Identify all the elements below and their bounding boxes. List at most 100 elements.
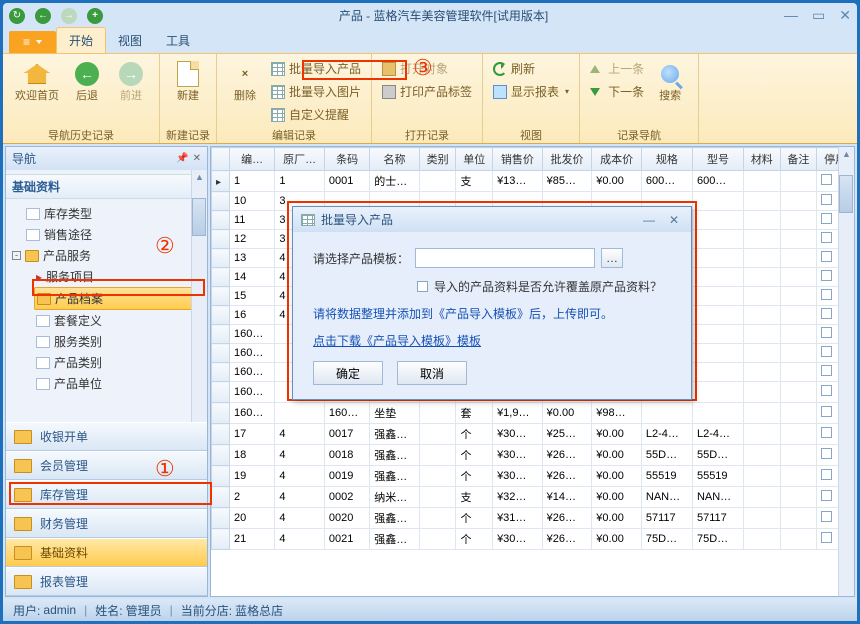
file-menu-button[interactable]: ≡ [9,31,56,53]
disabled-checkbox[interactable] [821,308,832,319]
group-view-label: 视图 [489,127,573,143]
ok-button[interactable]: 确定 [313,361,383,385]
table-row[interactable]: 1840018强鑫…个¥30…¥26…¥0.0055D…55D… [212,445,854,466]
page-icon [36,357,50,369]
grid-scrollbar[interactable]: ▲ [838,147,854,596]
column-header[interactable]: 单位 [456,148,493,171]
stack-member[interactable]: 会员管理 [6,451,207,480]
next-record-button[interactable]: 下一条 [586,81,648,102]
column-header[interactable]: 成本价 [592,148,642,171]
table-row[interactable]: 160…160…坐垫套¥1,9…¥0.00¥98… [212,403,854,424]
qa-forward[interactable]: → [61,8,77,24]
disabled-checkbox[interactable] [821,490,832,501]
home-icon [24,64,50,84]
print-label-button[interactable]: 打印产品标签 [378,81,476,102]
disabled-checkbox[interactable] [821,448,832,459]
column-header[interactable]: 名称 [370,148,420,171]
disabled-checkbox[interactable] [821,511,832,522]
up-icon [590,62,604,76]
disabled-checkbox[interactable] [821,532,832,543]
delete-button[interactable]: ×删除 [223,56,267,105]
tab-tools[interactable]: 工具 [154,28,202,53]
dialog-close-button[interactable]: ✕ [665,213,683,227]
disabled-checkbox[interactable] [821,469,832,480]
maximize-button[interactable]: ▭ [812,7,825,24]
disabled-checkbox[interactable] [821,251,832,262]
close-button[interactable]: ✕ [839,7,851,24]
tree-product-service[interactable]: -产品服务 [10,245,207,266]
disabled-checkbox[interactable] [821,346,832,357]
tree-stock-type[interactable]: 库存类型 [24,203,207,224]
table-row[interactable]: 2040020强鑫…个¥31…¥26…¥0.005711757117 [212,508,854,529]
disabled-checkbox[interactable] [821,174,832,185]
stack-cashier[interactable]: 收银开单 [6,422,207,451]
refresh-icon [493,62,507,76]
qa-back[interactable]: ← [35,8,51,24]
stack-finance[interactable]: 财务管理 [6,509,207,538]
folder-icon [14,459,32,473]
column-header[interactable]: 规格 [641,148,692,171]
bulk-import-image-button[interactable]: 批量导入图片 [267,81,365,102]
home-button[interactable]: 欢迎首页 [9,56,65,105]
nav-pin-icon[interactable]: 📌 [176,153,188,164]
tab-view[interactable]: 视图 [106,28,154,53]
browse-button[interactable]: … [601,248,623,268]
prev-record-button[interactable]: 上一条 [586,58,648,79]
tree-product-unit[interactable]: 产品单位 [34,373,207,394]
back-button[interactable]: ←后退 [65,56,109,105]
tree-product-cat[interactable]: 产品类别 [34,352,207,373]
column-header[interactable]: 编… [230,148,275,171]
column-header[interactable]: 类别 [419,148,456,171]
minimize-button[interactable]: — [784,7,798,24]
stack-base[interactable]: 基础资料 [6,538,207,567]
page-icon [26,229,40,241]
tree-combo[interactable]: 套餐定义 [34,310,207,331]
tree-service-cat[interactable]: 服务类别 [34,331,207,352]
folder-icon [25,250,39,262]
column-header[interactable]: 销售价 [493,148,543,171]
column-header[interactable]: 型号 [692,148,743,171]
disabled-checkbox[interactable] [821,406,832,417]
disabled-checkbox[interactable] [821,427,832,438]
disabled-checkbox[interactable] [821,194,832,205]
tab-start[interactable]: 开始 [56,27,106,53]
disabled-checkbox[interactable] [821,365,832,376]
dialog-minimize-button[interactable]: — [639,213,659,227]
refresh-button[interactable]: 刷新 [489,58,573,79]
tree-sale-channel[interactable]: 销售途径 [24,224,207,245]
disabled-checkbox[interactable] [821,232,832,243]
column-header[interactable]: 材料 [744,148,781,171]
table-row[interactable]: 1940019强鑫…个¥30…¥26…¥0.005551955519 [212,466,854,487]
group-recnav-label: 记录导航 [586,127,692,143]
search-button[interactable]: 搜索 [648,56,692,105]
qa-add[interactable]: + [87,8,103,24]
column-header[interactable]: 备注 [780,148,817,171]
tree-scrollbar[interactable]: ▲ [191,170,207,422]
disabled-checkbox[interactable] [821,289,832,300]
cancel-button[interactable]: 取消 [397,361,467,385]
status-bar: 用户: admin | 姓名: 管理员 | 当前分店: 蓝格总店 [3,599,857,621]
table-row[interactable]: 1740017强鑫…个¥30…¥25…¥0.00L2-4…L2-4… [212,424,854,445]
new-button[interactable]: 新建 [166,56,210,105]
nav-close-icon[interactable]: ✕ [193,153,201,164]
disabled-checkbox[interactable] [821,385,832,396]
custom-remind-button[interactable]: 自定义提醒 [267,104,365,125]
overwrite-checkbox[interactable] [417,281,428,292]
disabled-checkbox[interactable] [821,270,832,281]
stack-report[interactable]: 报表管理 [6,567,207,596]
group-history-label: 导航历史记录 [9,127,153,143]
collapse-icon[interactable]: - [12,251,21,260]
table-row[interactable]: 240002纳米…支¥32…¥14…¥0.00NAN…NAN… [212,487,854,508]
column-header[interactable]: 原厂… [275,148,325,171]
disabled-checkbox[interactable] [821,327,832,338]
disabled-checkbox[interactable] [821,213,832,224]
template-input[interactable] [415,248,595,268]
table-row[interactable]: 110001的士…支¥13…¥85…¥0.00600…600… [212,171,854,192]
download-template-link[interactable]: 点击下载《产品导入模板》模板 [313,332,481,349]
column-header[interactable]: 批发价 [542,148,592,171]
qa-refresh[interactable]: ↻ [9,8,25,24]
column-header[interactable]: 条码 [324,148,369,171]
show-report-button[interactable]: 显示报表▾ [489,81,573,102]
table-row[interactable]: 2140021强鑫…个¥30…¥26…¥0.0075D…75D… [212,529,854,550]
forward-button[interactable]: →前进 [109,56,153,105]
